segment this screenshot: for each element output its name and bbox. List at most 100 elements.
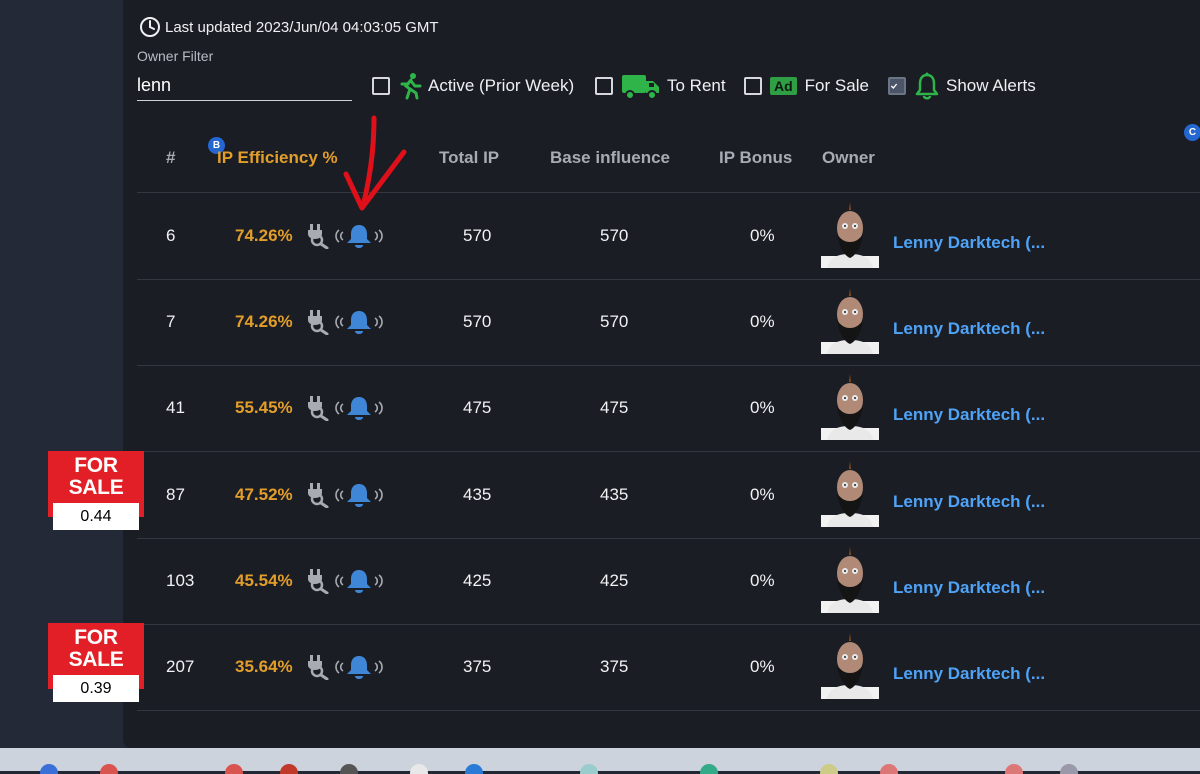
- ringing-bell-icon[interactable]: [333, 653, 385, 681]
- column-header-base-influence[interactable]: Base influence: [550, 148, 670, 168]
- taskbar-app-icon[interactable]: [40, 764, 58, 774]
- ringing-bell-icon[interactable]: [333, 222, 385, 250]
- taskbar-app-icon[interactable]: [700, 764, 718, 774]
- for-sale-price: 0.39: [53, 675, 139, 702]
- row-base-influence: 570: [600, 312, 629, 331]
- column-header-ip-bonus[interactable]: IP Bonus: [719, 148, 792, 168]
- plug-search-icon[interactable]: [307, 309, 329, 335]
- taskbar-app-icon[interactable]: [580, 764, 598, 774]
- row-base-influence: 570: [600, 226, 629, 245]
- os-taskbar: [0, 748, 1200, 774]
- row-base-influence: 425: [600, 571, 629, 590]
- owner-filter-input[interactable]: [137, 70, 352, 101]
- alerts-option[interactable]: Show Alerts: [888, 70, 1036, 102]
- taskbar-app-icon[interactable]: [1005, 764, 1023, 774]
- row-ip-bonus: 0%: [750, 657, 775, 676]
- table-row[interactable]: 41 55.45% 475 475 0% Lenny Darktech (...: [137, 365, 1200, 452]
- column-header-owner[interactable]: Owner: [822, 148, 875, 168]
- owner-link[interactable]: Lenny Darktech (...: [893, 200, 1045, 286]
- row-number: 41: [166, 398, 185, 417]
- column-header-efficiency[interactable]: IP Efficiency %: [217, 148, 338, 168]
- row-efficiency: 47.52%: [235, 485, 293, 504]
- row-total-ip: 375: [463, 657, 492, 676]
- table-row[interactable]: 103 45.54% 425 425 0% Lenny Darktech (..…: [137, 538, 1200, 625]
- owner-link[interactable]: Lenny Darktech (...: [893, 372, 1045, 458]
- table-row[interactable]: 7 74.26% 570 570 0% Lenny Darktech (...: [137, 279, 1200, 366]
- checkmark-icon: [890, 83, 898, 89]
- rent-checkbox[interactable]: [595, 77, 613, 95]
- row-ip-bonus: 0%: [750, 571, 775, 590]
- ad-badge: Ad: [770, 77, 797, 95]
- ringing-bell-icon[interactable]: [333, 394, 385, 422]
- taskbar-app-icon[interactable]: [280, 764, 298, 774]
- for-sale-title: FOR SALE: [68, 454, 124, 499]
- row-base-influence: 375: [600, 657, 629, 676]
- alerts-checkbox[interactable]: [888, 77, 906, 95]
- owner-avatar: [821, 547, 879, 613]
- taskbar-app-icon[interactable]: [880, 764, 898, 774]
- row-number: 6: [166, 226, 176, 245]
- row-total-ip: 435: [463, 485, 492, 504]
- active-option[interactable]: Active (Prior Week): [372, 70, 574, 102]
- owner-avatar: [821, 461, 879, 527]
- table-row[interactable]: 207 35.64% 375 375 0% Lenny Darktech (..…: [137, 624, 1200, 711]
- for-sale-tag: FOR SALE 0.44: [48, 451, 144, 530]
- taskbar-app-icon[interactable]: [410, 764, 428, 774]
- clock-icon: [140, 17, 160, 37]
- for-sale-title: FOR SALE: [68, 626, 124, 671]
- rent-label: To Rent: [667, 76, 726, 95]
- owner-avatar: [821, 288, 879, 354]
- ringing-bell-icon[interactable]: [333, 567, 385, 595]
- active-label: Active (Prior Week): [428, 76, 575, 95]
- taskbar-app-icon[interactable]: [100, 764, 118, 774]
- owner-link[interactable]: Lenny Darktech (...: [893, 631, 1045, 717]
- ringing-bell-icon[interactable]: [333, 308, 385, 336]
- owner-link[interactable]: Lenny Darktech (...: [893, 545, 1045, 631]
- bell-icon: [915, 72, 939, 100]
- last-updated: Last updated 2023/Jun/04 04:03:05 GMT: [139, 13, 439, 41]
- taskbar-app-icon[interactable]: [1060, 764, 1078, 774]
- sale-option[interactable]: Ad For Sale: [744, 70, 869, 102]
- row-base-influence: 435: [600, 485, 629, 504]
- row-total-ip: 425: [463, 571, 492, 590]
- active-checkbox[interactable]: [372, 77, 390, 95]
- owner-link[interactable]: Lenny Darktech (...: [893, 459, 1045, 545]
- sale-label: For Sale: [804, 76, 869, 95]
- row-action-icons: [307, 624, 385, 710]
- row-number: 207: [166, 657, 195, 676]
- sale-checkbox[interactable]: [744, 77, 762, 95]
- column-header-total-ip[interactable]: Total IP: [439, 148, 499, 168]
- taskbar-app-icon[interactable]: [465, 764, 483, 774]
- row-efficiency: 74.26%: [235, 226, 293, 245]
- ringing-bell-icon[interactable]: [333, 481, 385, 509]
- last-updated-text: Last updated 2023/Jun/04 04:03:05 GMT: [165, 18, 439, 36]
- column-header-num[interactable]: #: [166, 148, 175, 168]
- for-sale-price: 0.44: [53, 503, 139, 530]
- truck-icon: [622, 75, 659, 100]
- row-number: 103: [166, 571, 195, 590]
- running-person-icon: [400, 73, 422, 100]
- row-base-influence: 475: [600, 398, 629, 417]
- table-row[interactable]: 87 47.52% 435 435 0% Lenny Darktech (...: [137, 452, 1200, 539]
- row-efficiency: 35.64%: [235, 657, 293, 676]
- plug-search-icon[interactable]: [307, 482, 329, 508]
- table-row[interactable]: 6 74.26% 570 570 0% Lenny Darktech (...: [137, 193, 1200, 280]
- row-number: 7: [166, 312, 176, 331]
- taskbar-app-icon[interactable]: [820, 764, 838, 774]
- owner-link[interactable]: Lenny Darktech (...: [893, 286, 1045, 372]
- plug-search-icon[interactable]: [307, 395, 329, 421]
- row-ip-bonus: 0%: [750, 226, 775, 245]
- plug-search-icon[interactable]: [307, 568, 329, 594]
- row-total-ip: 475: [463, 398, 492, 417]
- row-action-icons: [307, 279, 385, 365]
- owner-avatar: [821, 374, 879, 440]
- taskbar-app-icon[interactable]: [340, 764, 358, 774]
- rent-option[interactable]: To Rent: [595, 70, 726, 102]
- column-c-badge: C: [1184, 124, 1200, 141]
- for-sale-tag: FOR SALE 0.39: [48, 623, 144, 702]
- plug-search-icon[interactable]: [307, 223, 329, 249]
- taskbar-app-icon[interactable]: [225, 764, 243, 774]
- row-ip-bonus: 0%: [750, 485, 775, 504]
- row-ip-bonus: 0%: [750, 398, 775, 417]
- plug-search-icon[interactable]: [307, 654, 329, 680]
